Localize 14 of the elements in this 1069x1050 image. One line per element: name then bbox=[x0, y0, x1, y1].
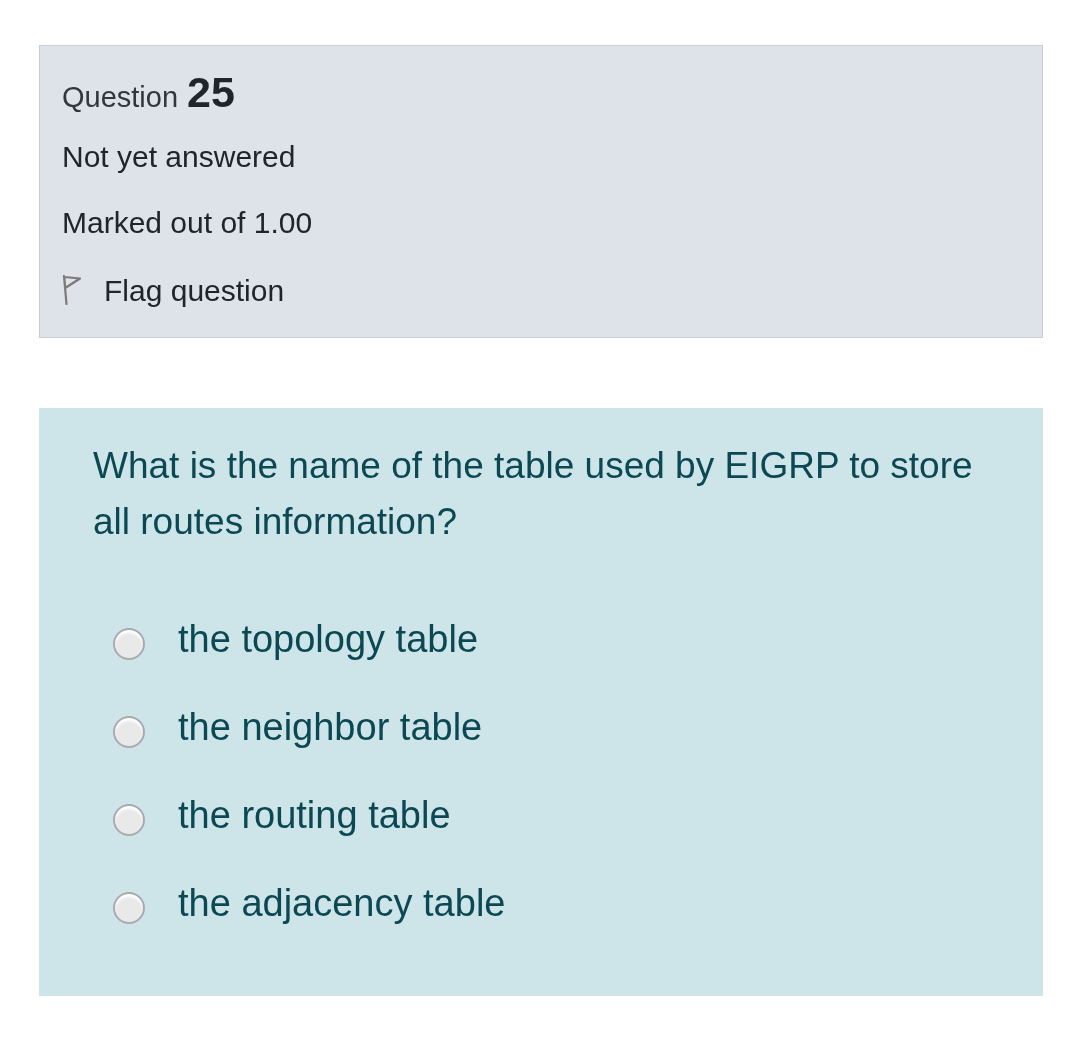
mark-info: Marked out of 1.00 bbox=[62, 204, 313, 241]
question-label: Question bbox=[62, 80, 179, 115]
answer-option[interactable]: the adjacency table bbox=[178, 880, 506, 926]
flag-question-link[interactable]: Flag question bbox=[62, 267, 285, 313]
question-number: 25 bbox=[187, 67, 235, 118]
answer-status: Not yet answered bbox=[62, 138, 296, 175]
radio-button[interactable] bbox=[113, 628, 145, 660]
question-text: What is the name of the table used by EIGRP to store all routes information? bbox=[93, 444, 974, 544]
answer-option[interactable]: the topology table bbox=[178, 616, 478, 662]
radio-button[interactable] bbox=[113, 716, 145, 748]
radio-button[interactable] bbox=[113, 804, 145, 836]
answer-option[interactable]: the routing table bbox=[178, 792, 451, 838]
answer-option[interactable]: the neighbor table bbox=[178, 704, 483, 750]
radio-button[interactable] bbox=[113, 892, 145, 924]
